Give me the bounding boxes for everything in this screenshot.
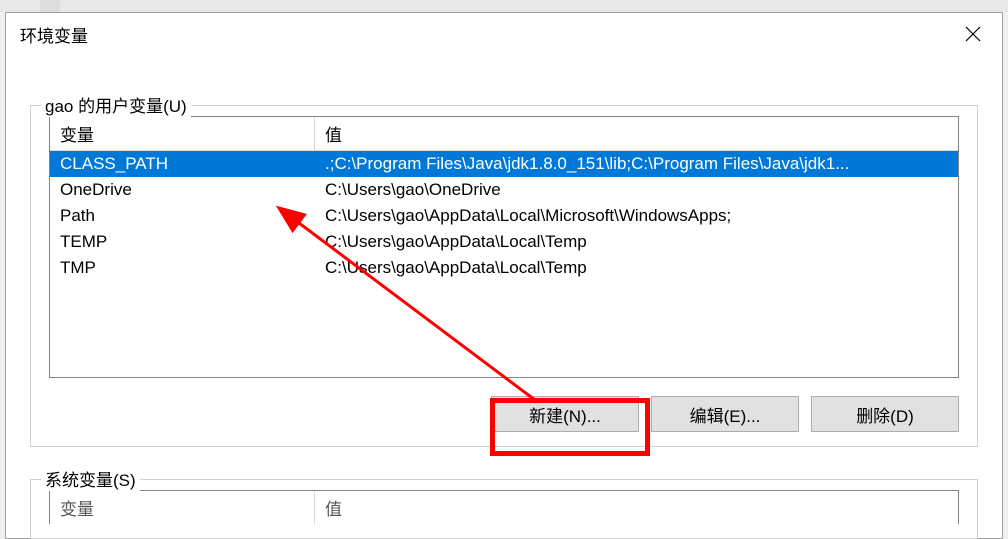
col-header-value[interactable]: 值 [315,117,958,150]
user-vars-group: gao 的用户变量(U) 变量 值 CLASS_PATH.;C:\Program… [30,105,978,447]
user-vars-label: gao 的用户变量(U) [41,92,191,117]
table-header: 变量 值 [50,117,958,151]
user-vars-table: 变量 值 CLASS_PATH.;C:\Program Files\Java\j… [49,116,959,378]
background-browser-tabs [0,0,1008,12]
close-icon [965,26,981,42]
table-row[interactable]: CLASS_PATH.;C:\Program Files\Java\jdk1.8… [50,151,958,177]
col-header-variable[interactable]: 变量 [50,117,315,150]
table-row[interactable]: TMPC:\Users\gao\AppData\Local\Temp [50,255,958,281]
table-body: CLASS_PATH.;C:\Program Files\Java\jdk1.8… [50,151,958,377]
table-row[interactable]: OneDriveC:\Users\gao\OneDrive [50,177,958,203]
cell-value: C:\Users\gao\AppData\Local\Temp [315,255,958,281]
new-button[interactable]: 新建(N)... [491,396,639,432]
dialog-body: gao 的用户变量(U) 变量 值 CLASS_PATH.;C:\Program… [6,55,1002,539]
cell-variable: OneDrive [50,177,315,203]
dialog-titlebar: 环境变量 [6,13,1002,55]
col-header-variable-sys[interactable]: 变量 [50,491,315,524]
cell-value: .;C:\Program Files\Java\jdk1.8.0_151\lib… [315,151,958,177]
sys-vars-table: 变量 值 [49,490,959,524]
cell-variable: TMP [50,255,315,281]
dialog-title: 环境变量 [20,22,88,47]
sys-vars-label: 系统变量(S) [41,466,140,491]
sys-vars-group: 系统变量(S) 变量 值 [30,479,978,539]
table-header-sys: 变量 值 [50,491,958,524]
cell-value: C:\Users\gao\AppData\Local\Microsoft\Win… [315,203,958,229]
env-vars-dialog: 环境变量 gao 的用户变量(U) 变量 值 CLASS_PATH.;C:\Pr… [5,12,1003,539]
cell-value: C:\Users\gao\AppData\Local\Temp [315,229,958,255]
close-button[interactable] [954,19,992,49]
cell-variable: CLASS_PATH [50,151,315,177]
edit-button[interactable]: 编辑(E)... [651,396,799,432]
delete-button[interactable]: 删除(D) [811,396,959,432]
cell-value: C:\Users\gao\OneDrive [315,177,958,203]
table-row[interactable]: TEMPC:\Users\gao\AppData\Local\Temp [50,229,958,255]
cell-variable: Path [50,203,315,229]
table-row[interactable]: PathC:\Users\gao\AppData\Local\Microsoft… [50,203,958,229]
cell-variable: TEMP [50,229,315,255]
user-vars-buttons: 新建(N)... 编辑(E)... 删除(D) [49,396,959,432]
col-header-value-sys[interactable]: 值 [315,491,958,524]
